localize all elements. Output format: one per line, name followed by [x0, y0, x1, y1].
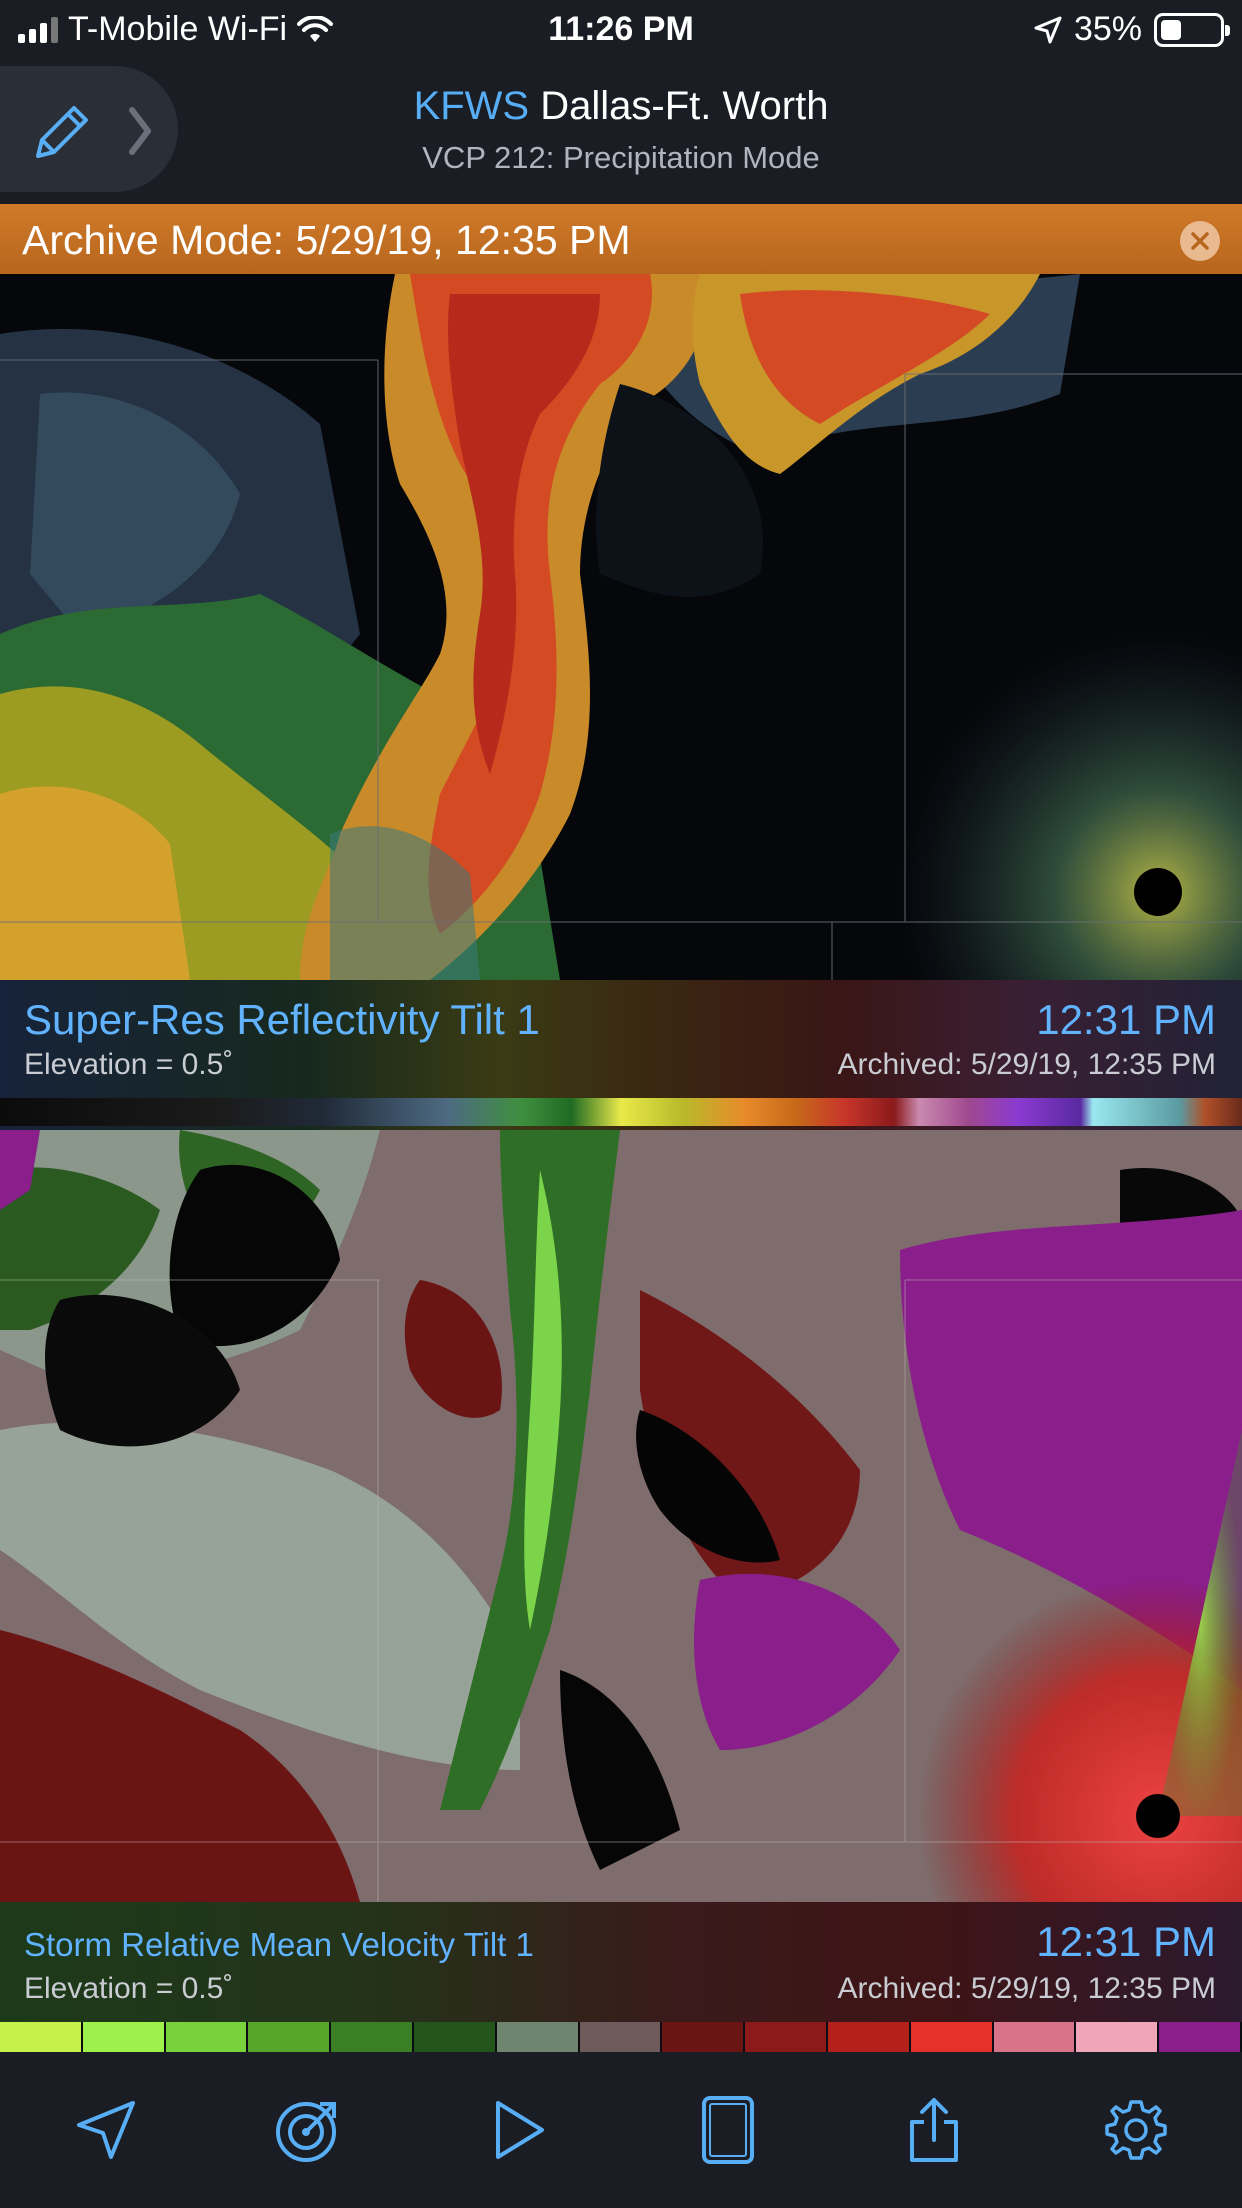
reflectivity-color-scale [0, 1098, 1242, 1126]
site-title[interactable]: KFWS Dallas-Ft. Worth [0, 84, 1242, 129]
archive-mode-banner: Archive Mode: 5/29/19, 12:35 PM [0, 204, 1242, 274]
velocity-scale-swatch [248, 2022, 332, 2052]
velocity-archived-time: Archived: 5/29/19, 12:35 PM [837, 1972, 1216, 2005]
velocity-scale-swatch [745, 2022, 828, 2052]
velocity-product-label[interactable]: Storm Relative Mean Velocity Tilt 1 [24, 1926, 534, 1964]
reflectivity-scan-time: 12:31 PM [1036, 996, 1216, 1043]
status-right: 35% [1034, 10, 1230, 49]
site-name: Dallas-Ft. Worth [540, 84, 829, 128]
velocity-radar-view[interactable] [0, 1130, 1242, 1902]
header: KFWS Dallas-Ft. Worth VCP 212: Precipita… [0, 62, 1242, 204]
velocity-scale-swatch [1159, 2022, 1242, 2052]
velocity-scale-swatch [331, 2022, 414, 2052]
velocity-scale-swatch [662, 2022, 746, 2052]
close-circle-icon[interactable] [1180, 221, 1220, 261]
location-arrow-icon [1034, 16, 1062, 43]
velocity-radar-image [0, 1130, 1242, 1902]
velocity-scan-time: 12:31 PM [1036, 1918, 1216, 1965]
velocity-scale-swatch [827, 2022, 911, 2052]
velocity-scale-swatch [993, 2022, 1077, 2052]
site-code: KFWS [413, 84, 530, 128]
location-arrow-icon[interactable] [68, 2092, 144, 2168]
share-icon[interactable] [896, 2092, 972, 2168]
velocity-elevation: Elevation = 0.5˚ [24, 1972, 234, 2005]
velocity-scale-swatch [910, 2022, 994, 2052]
velocity-scale-swatch [165, 2022, 249, 2052]
battery-fill [1161, 19, 1181, 40]
reflectivity-archived-time: Archived: 5/29/19, 12:35 PM [837, 1048, 1216, 1081]
split-view-icon[interactable] [690, 2092, 766, 2168]
bottom-toolbar [0, 2052, 1242, 2208]
radar-sweep-icon[interactable] [270, 2092, 346, 2168]
velocity-scale-swatch [496, 2022, 580, 2052]
vcp-mode: VCP 212: Precipitation Mode [422, 140, 820, 175]
reflectivity-elevation: Elevation = 0.5˚ [24, 1048, 234, 1081]
velocity-scale-swatch [0, 2022, 83, 2052]
velocity-scale-swatch [82, 2022, 166, 2052]
battery-icon [1154, 12, 1230, 47]
velocity-color-scale [0, 2022, 1242, 2052]
battery-percent: 35% [1073, 10, 1142, 48]
velocity-scale-swatch [413, 2022, 497, 2052]
reflectivity-product-label[interactable]: Super-Res Reflectivity Tilt 1 [24, 996, 540, 1044]
status-bar: T-Mobile Wi-Fi 11:26 PM 35% [0, 0, 1242, 62]
reflectivity-radar-view[interactable] [0, 274, 1242, 980]
play-icon[interactable] [480, 2092, 556, 2168]
velocity-info-bar[interactable]: Storm Relative Mean Velocity Tilt 1 Elev… [0, 1902, 1242, 2026]
reflectivity-radar-image [0, 274, 1242, 980]
velocity-scale-swatch [1076, 2022, 1160, 2052]
gear-icon[interactable] [1098, 2092, 1174, 2168]
velocity-scale-swatch [579, 2022, 663, 2052]
archive-mode-label: Archive Mode: 5/29/19, 12:35 PM [22, 217, 631, 263]
